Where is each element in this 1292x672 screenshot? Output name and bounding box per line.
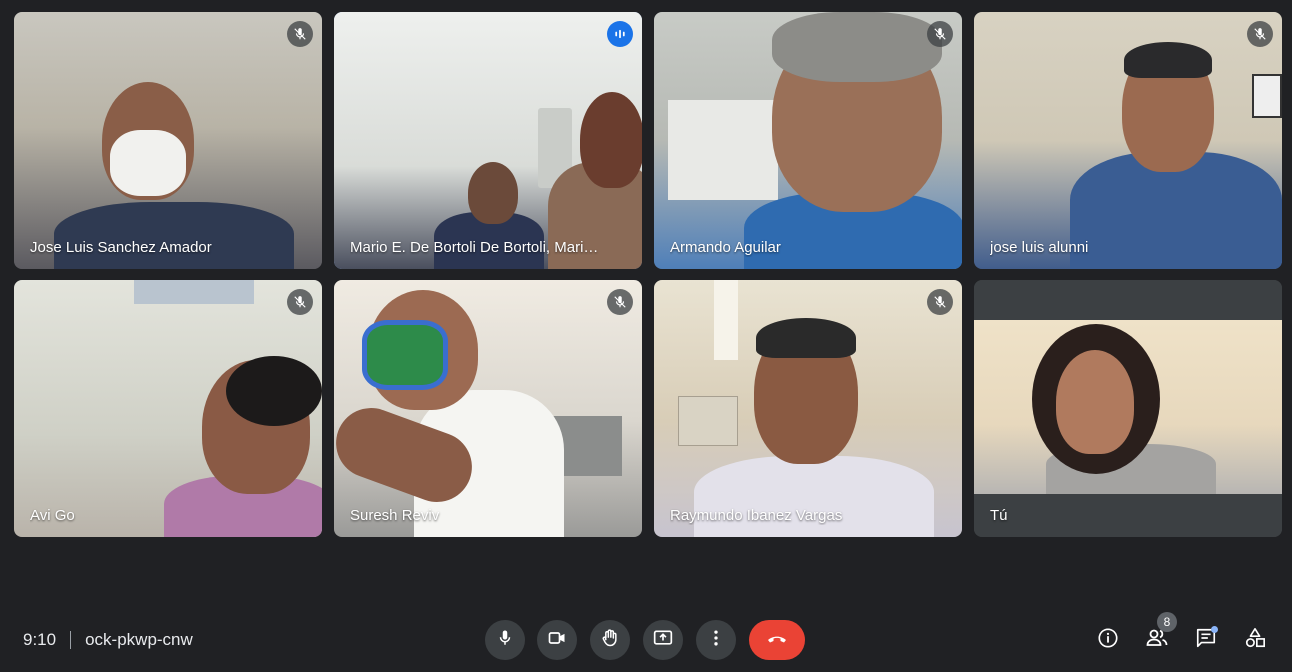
participant-tile[interactable]: Jose Luis Sanchez Amador (14, 12, 322, 269)
video-grid: Jose Luis Sanchez Amador Mario E. De Bor… (14, 12, 1282, 537)
participant-video (654, 12, 962, 269)
participant-video (334, 280, 642, 537)
divider (70, 631, 72, 649)
participant-name: Jose Luis Sanchez Amador (30, 239, 212, 256)
info-icon (1097, 627, 1119, 654)
participant-video (974, 280, 1282, 537)
participant-name: Avi Go (30, 507, 75, 524)
meeting-details-button[interactable] (1088, 620, 1128, 660)
participant-video (14, 280, 322, 537)
present-screen-button[interactable] (643, 620, 683, 660)
participant-tile-active[interactable]: Mario E. De Bortoli De Bortoli, Mario Ed… (334, 12, 642, 269)
participant-tile[interactable]: jose luis alunni (974, 12, 1282, 269)
bottom-control-bar: 9:10 ock-pkwp-cnw 8 (0, 600, 1292, 672)
raise-hand-icon (600, 628, 620, 653)
self-view-tile[interactable]: Tú (974, 280, 1282, 537)
participant-name: Tú (990, 507, 1008, 524)
participant-tile[interactable]: Armando Aguilar (654, 12, 962, 269)
participant-tile[interactable]: Suresh Reviv (334, 280, 642, 537)
participant-tile[interactable]: Avi Go (14, 280, 322, 537)
participant-name: Armando Aguilar (670, 239, 781, 256)
raise-hand-button[interactable] (590, 620, 630, 660)
chat-button[interactable] (1186, 620, 1226, 660)
participant-video (654, 280, 962, 537)
meeting-code: ock-pkwp-cnw (85, 630, 193, 649)
participant-video (334, 12, 642, 269)
activities-button[interactable] (1235, 620, 1275, 660)
people-count-badge: 8 (1157, 612, 1177, 632)
more-options-icon (706, 628, 726, 653)
people-button[interactable]: 8 (1137, 612, 1177, 660)
unread-indicator (1211, 626, 1218, 633)
end-call-button[interactable] (749, 620, 805, 660)
more-options-button[interactable] (696, 620, 736, 660)
camera-icon (547, 628, 567, 653)
speaking-indicator-icon (607, 21, 633, 47)
participant-name: Suresh Reviv (350, 507, 440, 524)
mic-icon (496, 629, 514, 652)
mic-off-icon (1247, 21, 1273, 47)
mic-off-icon (607, 289, 633, 315)
present-icon (653, 628, 673, 653)
mic-off-icon (287, 289, 313, 315)
mic-off-icon (287, 21, 313, 47)
microphone-button[interactable] (485, 620, 525, 660)
participant-name: jose luis alunni (990, 239, 1089, 256)
participant-video (14, 12, 322, 269)
camera-button[interactable] (537, 620, 577, 660)
participant-name: Raymundo Ibanez Vargas (670, 507, 843, 524)
meeting-time: 9:10 (23, 630, 57, 649)
end-call-icon (765, 626, 789, 655)
mic-off-icon (927, 289, 953, 315)
participant-video (974, 12, 1282, 269)
participant-name: Mario E. De Bortoli De Bortoli, Mario Ed… (350, 239, 602, 256)
participant-tile[interactable]: Raymundo Ibanez Vargas (654, 280, 962, 537)
meeting-info: 9:10 ock-pkwp-cnw (23, 630, 193, 650)
mic-off-icon (927, 21, 953, 47)
activities-icon (1244, 627, 1266, 654)
